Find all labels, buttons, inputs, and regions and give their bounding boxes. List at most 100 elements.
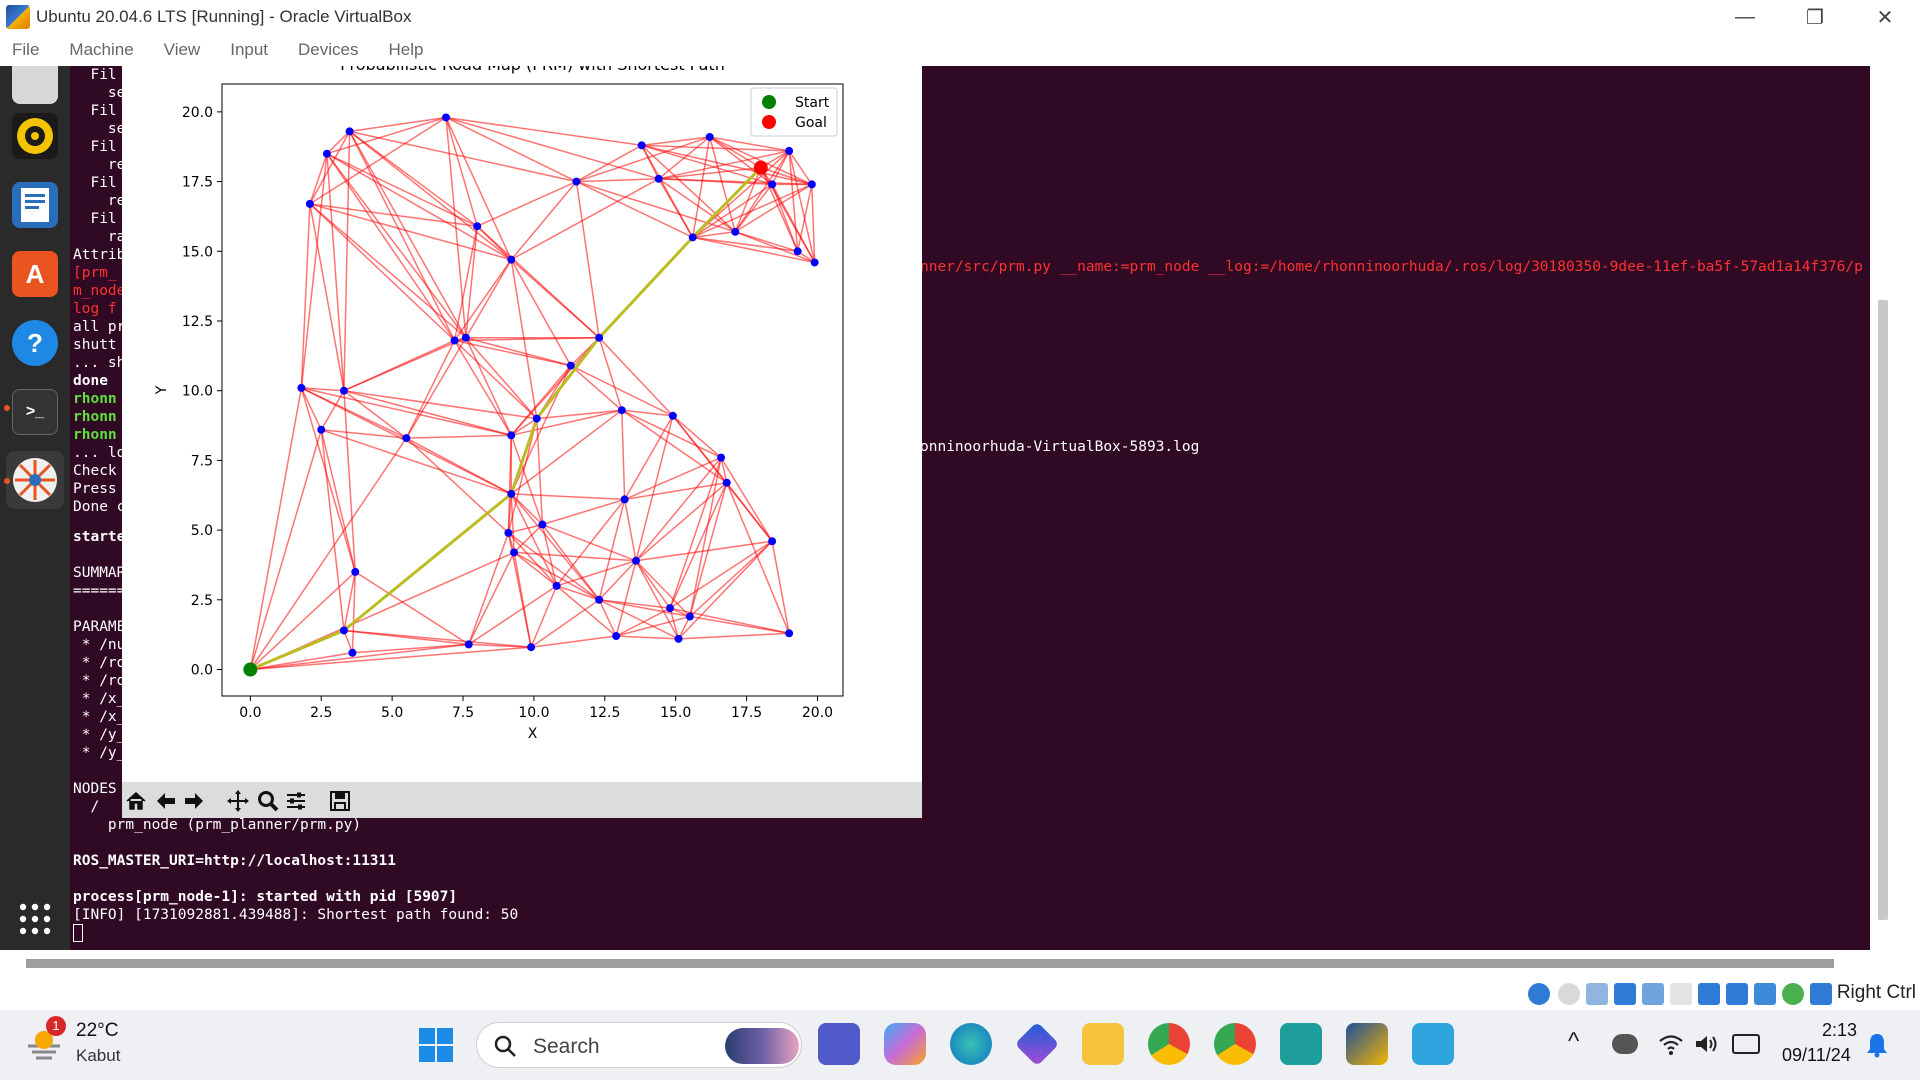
terminal-line: Done c (73, 499, 126, 515)
optical-drive-icon[interactable] (1558, 983, 1580, 1005)
clock-time[interactable]: 2:13 (1822, 1020, 1857, 1041)
prm-edge (320, 390, 345, 431)
teams-icon[interactable] (818, 1023, 860, 1065)
menu-devices[interactable]: Devices (298, 40, 358, 60)
prm-node (339, 626, 348, 635)
clock-date[interactable]: 09/11/24 (1782, 1045, 1851, 1066)
terminal-line: NODES (73, 781, 117, 797)
ubuntu-dock: A ? >_ (0, 66, 70, 950)
prm-edge (465, 337, 512, 436)
prm-node (566, 361, 575, 370)
back-icon[interactable] (152, 788, 180, 814)
edge-icon[interactable] (950, 1023, 992, 1065)
terminal-line: * /ro (73, 655, 126, 671)
menu-help[interactable]: Help (389, 40, 424, 60)
chrome-icon[interactable] (1148, 1023, 1190, 1065)
virtualbox-taskbar-icon[interactable] (1346, 1023, 1388, 1065)
prm-edge (349, 130, 512, 261)
copilot-m365-icon[interactable] (1014, 1021, 1060, 1067)
notification-bell-icon[interactable] (1866, 1032, 1888, 1058)
show-apps-icon[interactable] (12, 896, 58, 942)
prm-edge (771, 541, 790, 634)
prm-app-icon[interactable] (6, 451, 64, 509)
menu-machine[interactable]: Machine (69, 40, 133, 60)
menu-view[interactable]: View (164, 40, 201, 60)
network-icon[interactable] (1614, 983, 1636, 1005)
x-tick-label: 10.0 (518, 705, 549, 721)
terminal-line-error: nner/src/prm.py __name:=prm_node __log:=… (920, 259, 1863, 275)
guest-h-scrollbar[interactable] (0, 950, 1920, 978)
visual-paradigm-icon[interactable] (1280, 1023, 1322, 1065)
prm-node (348, 648, 357, 657)
recording-icon[interactable] (1726, 983, 1748, 1005)
configure-icon[interactable] (282, 788, 310, 814)
shared-folders-icon[interactable] (1670, 983, 1692, 1005)
search-icon (494, 1035, 516, 1057)
close-button[interactable]: ✕ (1850, 0, 1920, 34)
chrome-profile-icon[interactable] (1214, 1023, 1256, 1065)
notepad-icon[interactable] (1412, 1023, 1454, 1065)
prm-edge (454, 339, 538, 420)
file-explorer-icon[interactable] (1082, 1023, 1124, 1065)
prm-edge (669, 607, 680, 640)
terminal-line: onninoorhuda-VirtualBox-5893.log (920, 439, 1200, 455)
weather-icon[interactable]: 1 (24, 1016, 66, 1064)
windows-taskbar: 1 22°C Kabut Search ^ 2:13 09/11/24 (0, 1010, 1920, 1080)
save-icon[interactable] (326, 788, 354, 814)
forward-icon[interactable] (180, 788, 208, 814)
minimize-button[interactable]: — (1710, 0, 1780, 34)
terminal-icon[interactable]: >_ (12, 389, 58, 435)
keyboard-capture-icon[interactable] (1810, 983, 1832, 1005)
volume-icon[interactable] (1694, 1032, 1720, 1056)
prm-edge (678, 632, 790, 640)
usb-icon[interactable] (1642, 983, 1664, 1005)
files-icon[interactable] (12, 66, 58, 104)
pan-icon[interactable] (224, 788, 252, 814)
menu-file[interactable]: File (12, 40, 39, 60)
software-icon[interactable]: A (12, 251, 58, 297)
h-scrollbar-thumb[interactable] (26, 959, 1834, 968)
restore-button[interactable]: ❐ (1780, 0, 1850, 34)
terminal-line: ra (73, 229, 126, 245)
prm-edge (635, 560, 671, 609)
taskbar-search[interactable]: Search (476, 1022, 802, 1068)
prm-node (402, 434, 411, 443)
prm-node (810, 258, 819, 267)
prm-node (507, 431, 516, 440)
legend-marker (762, 95, 776, 109)
audio-icon[interactable] (1586, 983, 1608, 1005)
home-icon[interactable] (122, 788, 150, 814)
start-marker (243, 662, 258, 677)
help-icon[interactable]: ? (12, 320, 58, 366)
wifi-icon[interactable] (1658, 1032, 1684, 1056)
copilot-icon[interactable] (884, 1023, 926, 1065)
y-tick-label: 12.5 (182, 314, 213, 330)
y-tick-label: 0.0 (191, 663, 213, 679)
battery-icon[interactable] (1732, 1034, 1760, 1054)
prm-edge (476, 180, 577, 227)
display-icon[interactable] (1698, 983, 1720, 1005)
terminal-scrollbar[interactable] (1870, 66, 1896, 950)
prm-edge (300, 203, 311, 388)
hard-disk-icon[interactable] (1528, 983, 1550, 1005)
prm-edge (658, 136, 711, 180)
prm-edge (510, 178, 660, 261)
prm-edge (507, 532, 600, 601)
prm-node (450, 336, 459, 345)
prm-edge (598, 337, 674, 417)
rhythmbox-icon[interactable] (12, 113, 58, 159)
terminal-line: Press (73, 481, 117, 497)
scrollbar-thumb[interactable] (1878, 300, 1888, 920)
zoom-icon[interactable] (254, 788, 282, 814)
start-icon[interactable] (418, 1027, 454, 1063)
menu-input[interactable]: Input (230, 40, 268, 60)
writer-icon[interactable] (12, 182, 58, 228)
cpu-icon[interactable] (1754, 983, 1776, 1005)
tray-overflow-icon[interactable]: ^ (1568, 1028, 1579, 1056)
prm-node (793, 247, 802, 256)
prm-node (666, 604, 675, 613)
prm-node (552, 581, 561, 590)
mouse-integration-icon[interactable] (1782, 983, 1804, 1005)
prm-edge (465, 336, 571, 367)
onedrive-icon[interactable] (1612, 1034, 1638, 1054)
